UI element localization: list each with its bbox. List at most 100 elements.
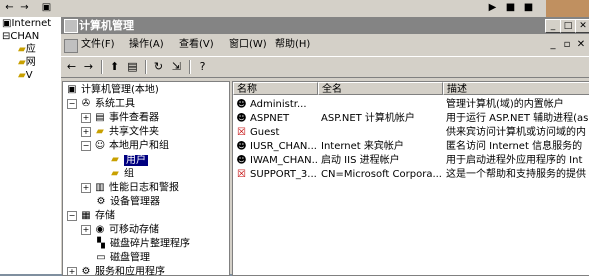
window-title: 计算机管理 (79, 19, 134, 32)
expand-icon[interactable]: + (81, 225, 91, 235)
cell-description: 管理计算机(域)的内置帐户 (446, 98, 589, 111)
expand-icon[interactable]: + (67, 267, 77, 276)
menu-help[interactable]: 帮助(H) (275, 39, 310, 51)
menu-window[interactable]: 窗口(W) (229, 39, 267, 51)
menu-view[interactable]: 查看(V) (179, 39, 214, 51)
back-tree-item[interactable]: ▰网 (18, 57, 36, 69)
tree-item-system-tools[interactable]: −✇系统工具 (67, 98, 135, 110)
cell-description: 供来宾访问计算机或访问域的内 (446, 126, 589, 139)
removable-storage-icon: ◉ (94, 224, 106, 235)
tree-item-users[interactable]: ▰用户 (109, 154, 148, 166)
cell-fullname: Internet 来宾帐户 (321, 140, 441, 153)
table-row[interactable]: ☻IUSR_CHAN... Internet 来宾帐户 匿名访问 Interne… (233, 140, 589, 153)
toolbar-separator (189, 60, 191, 74)
table-row[interactable]: ☻IWAM_CHAN... 启动 IIS 进程帐户 用于启动进程外应用程序的 I… (233, 154, 589, 167)
up-one-level-icon[interactable]: ⬆ (107, 60, 122, 74)
forward-arrow-icon[interactable]: → (18, 2, 31, 14)
defrag-icon: ▚ (95, 238, 107, 249)
expand-icon[interactable]: + (81, 113, 91, 123)
back-tree-item[interactable]: ▰应 (18, 44, 36, 56)
tree-item-shared-folders[interactable]: +▰共享文件夹 (81, 126, 159, 138)
column-header-fullname[interactable]: 全名 (318, 82, 443, 95)
collapse-icon[interactable]: − (67, 99, 77, 109)
user-icon: ☻ (236, 113, 247, 124)
disk-icon: ▭ (95, 252, 107, 263)
folder-icon: ▰ (18, 44, 26, 55)
tree-item-local-users-groups[interactable]: −☺本地用户和组 (81, 140, 169, 152)
toolbar-separator (145, 60, 147, 74)
console-tree: ▣计算机管理(本地) −✇系统工具 +▤事件查看器 +▰共享文件夹 −☺本地用户… (62, 81, 230, 276)
play-icon[interactable]: ▶ (486, 2, 499, 14)
device-manager-icon: ⚙ (95, 196, 107, 207)
collapse-icon[interactable]: − (81, 141, 91, 151)
tree-item-groups[interactable]: ▰组 (109, 168, 134, 180)
help-icon[interactable]: ? (195, 60, 210, 74)
doc-restore-button[interactable]: ▫ (561, 39, 573, 51)
cell-fullname: 启动 IIS 进程帐户 (321, 154, 441, 167)
back-tree-item[interactable]: ⊟CHAN (2, 31, 39, 43)
table-row[interactable]: ☒SUPPORT_3... CN=Microsoft Corpora... 这是… (233, 168, 589, 181)
cell-name: ☻Administr... (236, 98, 318, 111)
tree-item-event-viewer[interactable]: +▤事件查看器 (81, 112, 159, 124)
app-icon (64, 19, 78, 33)
tree-item-device-manager[interactable]: ⚙设备管理器 (95, 196, 160, 208)
shared-folder-icon: ▰ (94, 126, 106, 137)
back-tree-item[interactable]: ▣Internet (2, 18, 51, 30)
tree-item-storage[interactable]: −▦存储 (67, 210, 115, 222)
maximize-button[interactable]: □ (560, 19, 576, 33)
cell-name: ☻IWAM_CHAN... (236, 154, 318, 167)
performance-icon: ▥ (94, 182, 106, 193)
computer-management-window: 计算机管理 _ □ ✕ 文件(F) 操作(A) 查看(V) 窗口(W) 帮助(H… (60, 17, 589, 274)
doc-close-button[interactable]: ✕ (575, 39, 587, 51)
cell-description: 用于启动进程外应用程序的 Int (446, 154, 589, 167)
document-icon[interactable] (64, 39, 78, 53)
back-arrow-icon[interactable]: ← (64, 60, 79, 74)
folder-icon: ▰ (109, 168, 121, 179)
cell-name: ☻IUSR_CHAN... (236, 140, 318, 153)
tree-item-perf-logs[interactable]: +▥性能日志和警报 (81, 182, 179, 194)
refresh-icon[interactable]: ↻ (151, 60, 166, 74)
close-button[interactable]: ✕ (575, 19, 589, 33)
menu-file[interactable]: 文件(F) (81, 39, 115, 51)
back-arrow-icon[interactable]: ← (3, 2, 16, 14)
forward-arrow-icon[interactable]: → (81, 60, 96, 74)
doc-minimize-button[interactable]: _ (547, 39, 559, 51)
minimize-button[interactable]: _ (545, 19, 561, 33)
toolbar: ← → ⬆ ▤ ↻ ⇲ ? (61, 56, 589, 78)
tree-item-defrag[interactable]: ▚磁盘碎片整理程序 (95, 238, 190, 250)
table-row[interactable]: ☒Guest 供来宾访问计算机或访问域的内 (233, 126, 589, 139)
column-header-description[interactable]: 描述 (443, 82, 589, 95)
event-viewer-icon: ▤ (94, 112, 106, 123)
cell-fullname: CN=Microsoft Corpora... (321, 168, 441, 181)
collapse-icon[interactable]: − (67, 211, 77, 221)
menu-action[interactable]: 操作(A) (129, 39, 164, 51)
folder-open-icon: ▰ (109, 154, 121, 165)
user-list: 名称 全名 描述 ☻Administr... 管理计算机(域)的内置帐户 ☻AS… (232, 81, 589, 276)
table-row[interactable]: ☻Administr... 管理计算机(域)的内置帐户 (233, 98, 589, 111)
cell-description: 这是一个帮助和支持服务的提供 (446, 168, 589, 181)
back-tree-item[interactable]: ▰V (18, 70, 33, 82)
pause-icon[interactable]: ■ (504, 2, 517, 14)
disabled-user-icon: ☒ (236, 169, 247, 180)
background-window-image (546, 0, 589, 17)
table-row[interactable]: ☻ASPNET ASP.NET 计算机帐户 用于运行 ASP.NET 辅助进程(… (233, 112, 589, 125)
toolbar-separator (101, 60, 103, 74)
cell-description: 用于运行 ASP.NET 辅助进程(as (446, 112, 589, 125)
tree-item-root[interactable]: ▣计算机管理(本地) (66, 84, 159, 96)
up-folder-icon[interactable]: ▣ (40, 2, 53, 14)
background-window-tree: ▣Internet ⊟CHAN ▰应 ▰网 ▰V (0, 17, 60, 274)
expand-icon[interactable]: + (81, 183, 91, 193)
export-list-icon[interactable]: ⇲ (169, 60, 184, 74)
user-icon: ☻ (236, 141, 247, 152)
menu-bar: 文件(F) 操作(A) 查看(V) 窗口(W) 帮助(H) _ ▫ ✕ (61, 36, 589, 54)
title-bar[interactable]: 计算机管理 _ □ ✕ (61, 17, 589, 34)
stop-icon[interactable]: ■ (522, 2, 535, 14)
expand-icon[interactable]: + (81, 127, 91, 137)
tree-item-removable-storage[interactable]: +◉可移动存储 (81, 224, 159, 236)
users-group-icon: ☺ (94, 140, 106, 151)
column-header-name[interactable]: 名称 (233, 82, 318, 95)
tree-item-services-apps[interactable]: +⚙服务和应用程序 (67, 266, 165, 276)
tree-item-disk-management[interactable]: ▭磁盘管理 (95, 252, 150, 264)
show-tree-icon[interactable]: ▤ (125, 60, 140, 74)
cell-fullname: ASP.NET 计算机帐户 (321, 112, 441, 125)
